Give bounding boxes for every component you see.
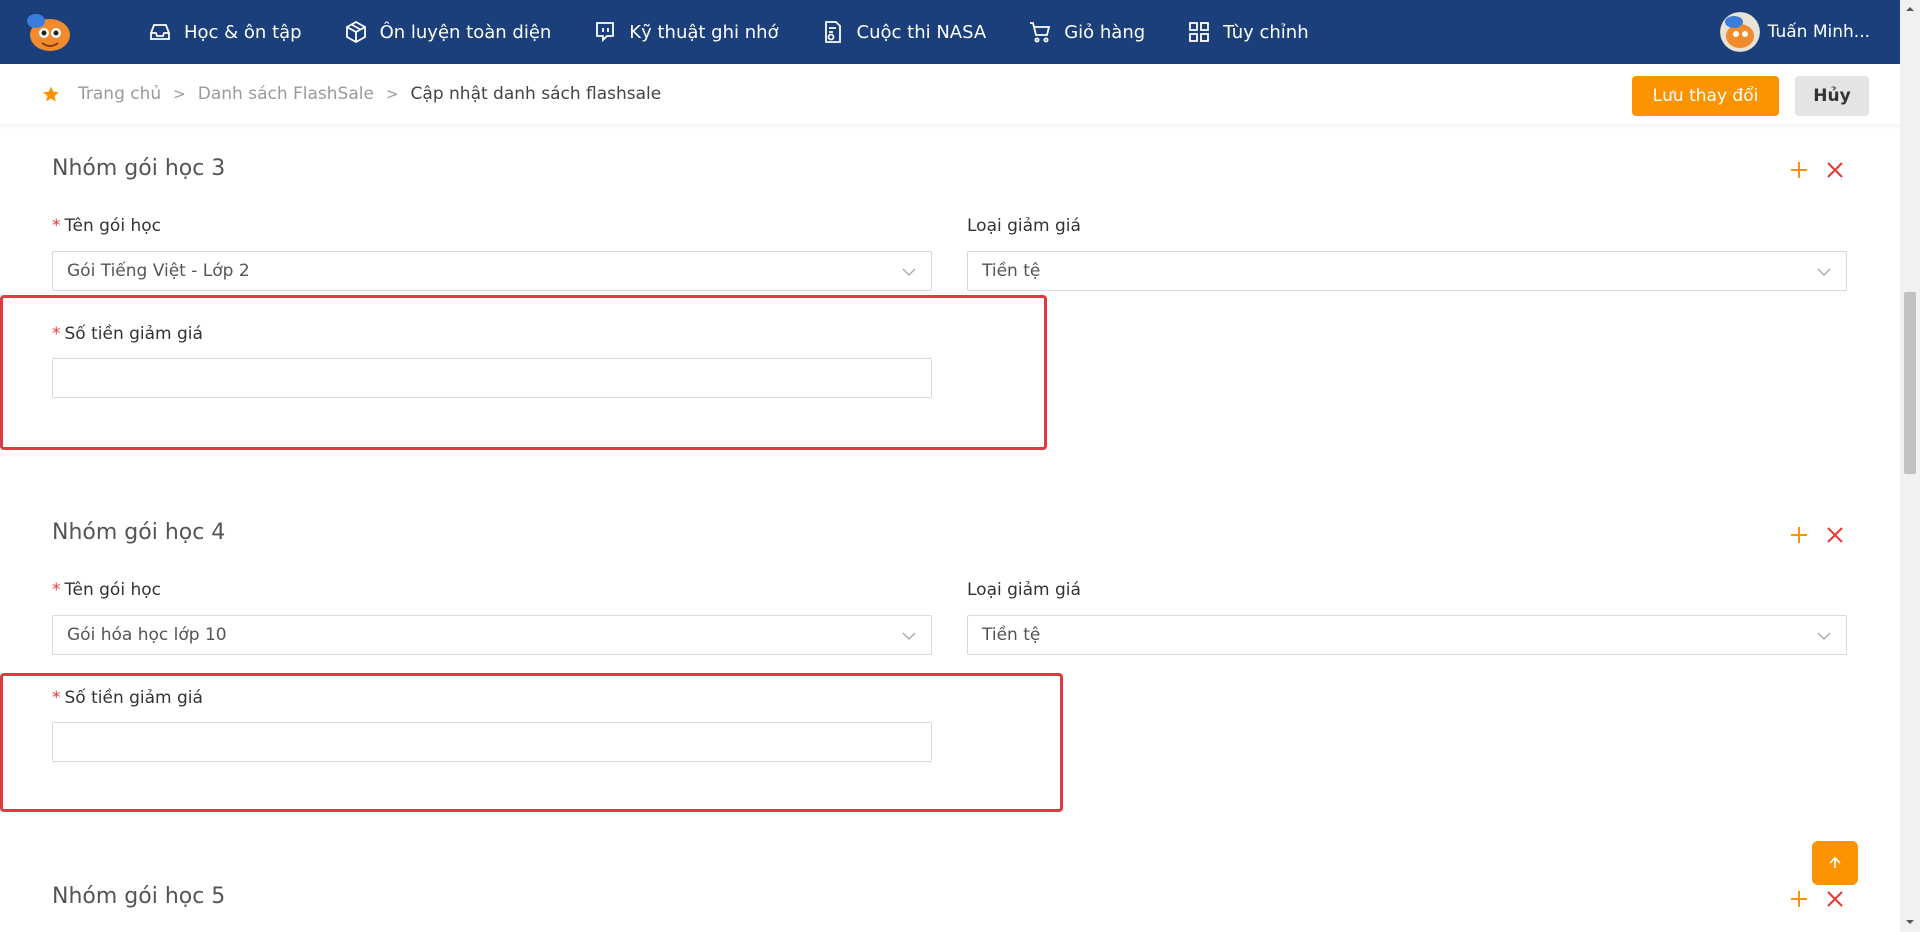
scroll-up-arrow-icon[interactable] [1905, 4, 1915, 14]
discount-amount-input[interactable] [52, 358, 932, 398]
package-name-label: * Tên gói học [52, 216, 161, 236]
discount-type-label: Loại giảm giá [967, 580, 1081, 600]
discount-type-label: Loại giảm giá [967, 216, 1081, 236]
save-button[interactable]: Lưu thay đổi [1632, 76, 1779, 116]
close-icon[interactable] [1824, 159, 1846, 181]
scroll-to-top-button[interactable] [1812, 841, 1858, 885]
breadcrumb-flashsale-list[interactable]: Danh sách FlashSale [198, 84, 374, 104]
breadcrumb-current: Cập nhật danh sách flashsale [410, 84, 662, 104]
chevron-down-icon [902, 268, 916, 276]
group-title: Nhóm gói học 3 [52, 156, 226, 181]
breadcrumb-bar: Trang chủ > Danh sách FlashSale > Cập nh… [0, 64, 1900, 124]
cancel-button[interactable]: Hủy [1795, 76, 1869, 116]
add-icon[interactable] [1788, 524, 1810, 546]
discount-type-select[interactable]: Tiền tệ [967, 615, 1847, 655]
avatar [1719, 12, 1760, 52]
box-icon [344, 20, 368, 44]
user-menu[interactable]: Tuấn Minh... [1719, 12, 1870, 52]
nav-item-tuy-chinh[interactable]: Tùy chỉnh [1187, 20, 1309, 44]
nav-item-hoc-on-tap[interactable]: Học & ôn tập [148, 20, 302, 44]
nav-item-gio-hang[interactable]: Giỏ hàng [1028, 20, 1145, 44]
group-title: Nhóm gói học 4 [52, 520, 226, 545]
scroll-down-arrow-icon[interactable] [1905, 917, 1915, 927]
close-icon[interactable] [1824, 524, 1846, 546]
chevron-down-icon [902, 632, 916, 640]
star-icon [43, 86, 59, 102]
arrow-up-icon [1829, 856, 1841, 868]
group-title: Nhóm gói học 5 [52, 884, 226, 909]
add-icon[interactable] [1788, 888, 1810, 910]
cart-icon [1028, 20, 1052, 44]
chevron-down-icon [1817, 632, 1831, 640]
contest-icon [821, 20, 845, 44]
discount-amount-label: * Số tiền giảm giá [52, 324, 203, 344]
scrollbar-thumb[interactable] [1904, 292, 1916, 474]
discount-amount-label: * Số tiền giảm giá [52, 688, 203, 708]
nav-item-ky-thuat[interactable]: Kỹ thuật ghi nhớ [593, 20, 779, 44]
breadcrumb-separator: > [173, 85, 186, 103]
package-name-select[interactable]: Gói hóa học lớp 10 [52, 615, 932, 655]
chevron-down-icon [1817, 268, 1831, 276]
user-name: Tuấn Minh... [1767, 22, 1870, 42]
chat-icon [593, 20, 617, 44]
top-navbar: Học & ôn tập Ôn luyện toàn diện Kỹ thuật… [0, 0, 1900, 64]
breadcrumb-separator: > [385, 85, 399, 103]
grid-icon [1187, 20, 1211, 44]
close-icon[interactable] [1824, 888, 1846, 910]
inbox-icon [148, 20, 172, 44]
package-name-label: * Tên gói học [52, 580, 161, 600]
nav-item-cuoc-thi[interactable]: Cuộc thi NASA [821, 20, 986, 44]
discount-amount-input[interactable] [52, 722, 932, 762]
breadcrumb: Trang chủ > Danh sách FlashSale > Cập nh… [42, 84, 661, 104]
add-icon[interactable] [1788, 159, 1810, 181]
logo[interactable] [24, 11, 72, 53]
page-scrollbar[interactable] [1900, 0, 1920, 932]
breadcrumb-home[interactable]: Trang chủ [78, 84, 161, 104]
nav-item-on-luyen[interactable]: Ôn luyện toàn diện [344, 20, 551, 44]
discount-type-select[interactable]: Tiền tệ [967, 251, 1847, 291]
package-name-select[interactable]: Gói Tiếng Việt - Lớp 2 [52, 251, 932, 291]
